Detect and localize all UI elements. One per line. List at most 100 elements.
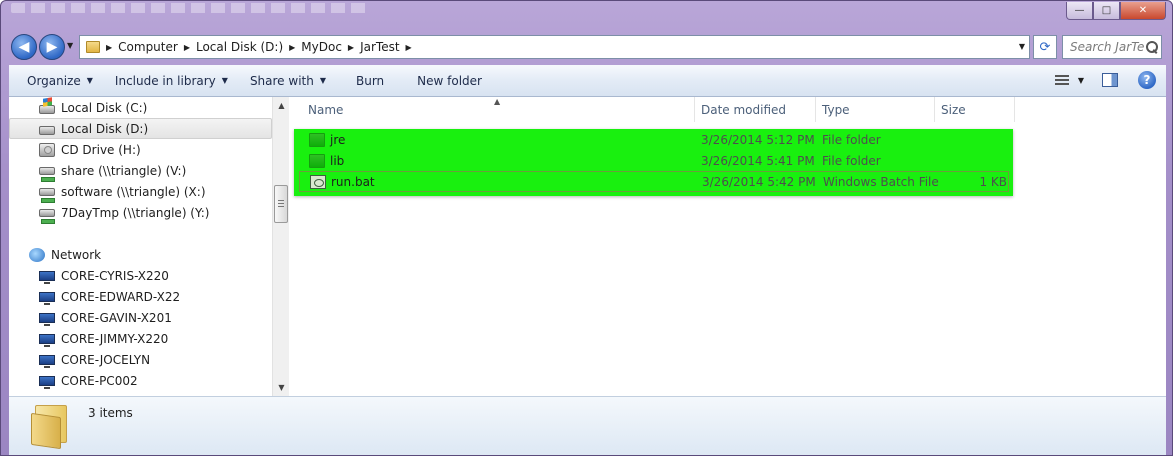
close-button[interactable]: ✕ [1120, 2, 1166, 20]
network-drive-icon [39, 188, 55, 203]
nav-scrollbar[interactable]: ▲ ▼ [272, 97, 289, 396]
column-header-size[interactable]: Size [935, 97, 1015, 122]
breadcrumb-jartest[interactable]: JarTest [360, 40, 399, 54]
chevron-right-icon[interactable]: ▶ [406, 43, 412, 52]
nav-item-7daytmp-y[interactable]: 7DayTmp (\\triangle) (Y:) [9, 202, 272, 224]
refresh-button[interactable]: ⟳ [1033, 35, 1057, 59]
maximize-button[interactable]: □ [1093, 2, 1120, 20]
preview-pane-icon[interactable] [1102, 73, 1118, 87]
nav-item-label: Local Disk (D:) [61, 121, 149, 136]
network-drive-icon [39, 167, 55, 182]
title-bar[interactable]: — □ ✕ [1, 1, 1172, 29]
file-list-pane[interactable]: Name ▲ Date modified Type Size jre 3/26/… [289, 97, 1166, 396]
computer-icon [39, 271, 55, 284]
share-with-menu[interactable]: Share with ▼ [237, 65, 335, 96]
address-row: ◀ ▶ ▼ ▶ Computer ▶ Local Disk (D:) ▶ MyD… [1, 33, 1172, 61]
nav-item-label: software (\\triangle) (X:) [61, 184, 206, 199]
new-folder-button[interactable]: New folder [393, 65, 491, 96]
forward-button[interactable]: ▶ [39, 34, 65, 60]
nav-item-local-disk-c[interactable]: Local Disk (C:) [9, 97, 272, 118]
file-row-lib[interactable]: lib 3/26/2014 5:41 PM File folder [299, 150, 1009, 171]
chevron-right-icon[interactable]: ▶ [348, 43, 354, 52]
cd-drive-icon [39, 142, 55, 157]
help-icon[interactable]: ? [1138, 71, 1156, 89]
nav-item-core-edward-x22[interactable]: CORE-EDWARD-X22 [9, 286, 272, 307]
toolbar-right-controls: ▼ ? [1054, 71, 1156, 89]
file-date-modified: 3/26/2014 5:12 PM [701, 132, 815, 147]
folder-icon [86, 41, 100, 53]
file-row-run-bat[interactable]: run.bat 3/26/2014 5:42 PM Windows Batch … [299, 171, 1009, 192]
nav-item-core-cyris-x220[interactable]: CORE-CYRIS-X220 [9, 265, 272, 286]
title-text-blurred [11, 3, 371, 13]
scroll-down-arrow-icon[interactable]: ▼ [273, 379, 290, 396]
drive-icon [39, 126, 55, 135]
scroll-up-arrow-icon[interactable]: ▲ [273, 97, 290, 114]
organize-menu[interactable]: Organize ▼ [9, 65, 102, 96]
items-count: 3 items [88, 406, 133, 420]
explorer-window: — □ ✕ ◀ ▶ ▼ ▶ Computer ▶ Local Disk (D:)… [0, 0, 1173, 456]
computer-icon [39, 376, 55, 389]
drive-windows-icon [39, 105, 55, 114]
minimize-button[interactable]: — [1066, 2, 1093, 20]
file-date-modified: 3/26/2014 5:42 PM [702, 174, 816, 189]
nav-item-cd-drive-h[interactable]: CD Drive (H:) [9, 139, 272, 160]
breadcrumb-computer[interactable]: Computer [118, 40, 178, 54]
chevron-down-icon: ▼ [319, 76, 326, 85]
burn-button[interactable]: Burn [335, 65, 393, 96]
details-pane: 3 items [9, 396, 1166, 455]
breadcrumb-mydoc[interactable]: MyDoc [301, 40, 342, 54]
file-size: 1 KB [979, 174, 1007, 189]
computer-icon [39, 355, 55, 368]
nav-item-core-gavin-x201[interactable]: CORE-GAVIN-X201 [9, 307, 272, 328]
nav-item-label: CORE-CYRIS-X220 [61, 268, 169, 283]
nav-item-core-pc002[interactable]: CORE-PC002 [9, 370, 272, 391]
chevron-right-icon[interactable]: ▶ [289, 43, 295, 52]
scrollbar-thumb[interactable] [274, 185, 288, 223]
nav-item-label: CORE-PC002 [61, 373, 138, 388]
share-with-label: Share with [249, 73, 314, 88]
chevron-down-icon: ▼ [86, 76, 93, 85]
network-icon [29, 247, 45, 262]
chevron-right-icon[interactable]: ▶ [184, 43, 190, 52]
nav-item-core-jimmy-x220[interactable]: CORE-JIMMY-X220 [9, 328, 272, 349]
nav-item-share-v[interactable]: share (\\triangle) (V:) [9, 160, 272, 182]
folder-icon [309, 153, 325, 168]
chevron-down-icon: ▼ [221, 76, 228, 85]
nav-item-network[interactable]: Network [9, 244, 272, 265]
file-date-modified: 3/26/2014 5:41 PM [701, 153, 815, 168]
breadcrumb-local-disk-d[interactable]: Local Disk (D:) [196, 40, 283, 54]
computer-icon [39, 292, 55, 305]
search-box[interactable]: Search JarTest [1062, 35, 1162, 59]
nav-item-label: CORE-JIMMY-X220 [61, 331, 169, 346]
file-type: File folder [822, 132, 881, 147]
nav-item-core-jocelyn[interactable]: CORE-JOCELYN [9, 349, 272, 370]
network-drive-icon [39, 209, 55, 224]
nav-item-local-disk-d[interactable]: Local Disk (D:) [9, 118, 272, 139]
folder-icon [31, 403, 73, 443]
nav-item-software-x[interactable]: software (\\triangle) (X:) [9, 181, 272, 203]
sort-ascending-icon: ▲ [494, 97, 501, 106]
search-input[interactable]: Search JarTest [1070, 40, 1144, 54]
batch-file-icon [310, 174, 326, 189]
include-in-library-label: Include in library [114, 73, 216, 88]
chevron-right-icon[interactable]: ▶ [106, 43, 112, 52]
address-bar[interactable]: ▶ Computer ▶ Local Disk (D:) ▶ MyDoc ▶ J… [79, 35, 1030, 59]
chevron-down-icon[interactable]: ▼ [1078, 76, 1084, 85]
column-header-type[interactable]: Type [816, 97, 935, 122]
file-name: jre [330, 132, 346, 147]
address-dropdown-button[interactable]: ▼ [1019, 42, 1025, 51]
nav-item-label: CORE-JOCELYN [61, 352, 151, 367]
views-icon[interactable] [1054, 73, 1070, 87]
search-icon [1146, 41, 1158, 53]
caption-buttons: — □ ✕ [1066, 2, 1166, 20]
navigation-pane[interactable]: Local Disk (C:) Local Disk (D:) CD Drive… [9, 97, 289, 396]
recent-pages-dropdown[interactable]: ▼ [67, 41, 73, 50]
computer-icon [39, 313, 55, 326]
file-row-jre[interactable]: jre 3/26/2014 5:12 PM File folder [299, 129, 1009, 150]
column-header-date-modified[interactable]: Date modified [695, 97, 816, 122]
nav-item-label: Local Disk (C:) [61, 100, 148, 115]
nav-item-label: CORE-EDWARD-X22 [61, 289, 181, 304]
folder-icon [309, 132, 325, 147]
back-button[interactable]: ◀ [11, 34, 37, 60]
include-in-library-menu[interactable]: Include in library ▼ [102, 65, 237, 96]
